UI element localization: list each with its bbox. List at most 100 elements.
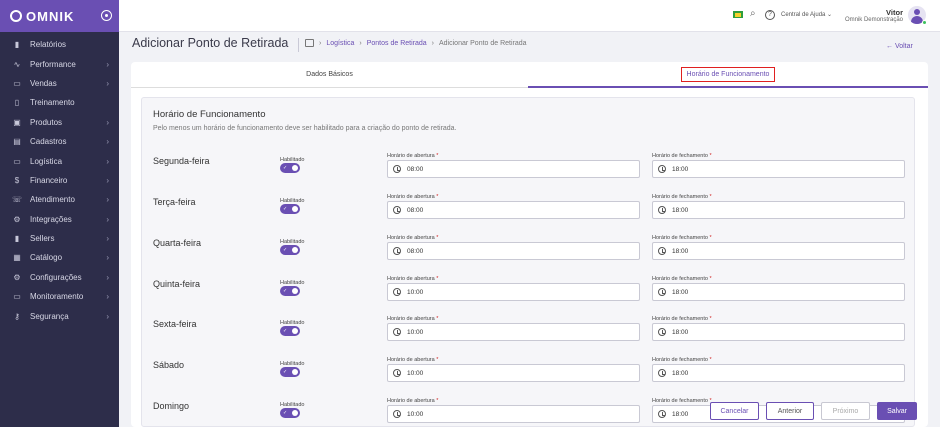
required-mark: * bbox=[709, 194, 712, 200]
sidebar-item-treinamento[interactable]: ▯ Treinamento bbox=[0, 93, 119, 112]
day-row: Quinta-feira Habilitado ✓ Horário de abertu… bbox=[142, 262, 916, 302]
close-label-text: Horário de fechamento bbox=[652, 276, 708, 282]
sidebar-item-atendimento[interactable]: ☏ Atendimento › bbox=[0, 190, 119, 209]
logo-ring-icon bbox=[10, 10, 22, 22]
cancel-button[interactable]: Cancelar bbox=[710, 402, 759, 420]
open-time-input[interactable]: 08:00 bbox=[387, 160, 640, 178]
open-time-label: Horário de abertura * bbox=[387, 357, 438, 363]
sidebar-item-label: Financeiro bbox=[30, 175, 68, 185]
clock-icon bbox=[393, 410, 401, 418]
clock-icon bbox=[658, 247, 666, 255]
breadcrumb-logistica[interactable]: Logística bbox=[326, 40, 354, 47]
tab-horario-funcionamento[interactable]: Horário de Funcionamento bbox=[528, 62, 928, 88]
sidebar-item-label: Treinamento bbox=[30, 98, 75, 108]
sidebar-item-produtos[interactable]: ▣ Produtos › bbox=[0, 113, 119, 132]
enabled-toggle[interactable]: ✓ bbox=[280, 367, 300, 377]
required-mark: * bbox=[436, 316, 439, 322]
help-center-label: Central de Ajuda bbox=[781, 12, 826, 18]
panel-description: Pelo menos um horário de funcionamento d… bbox=[153, 125, 457, 132]
enabled-toggle[interactable]: ✓ bbox=[280, 245, 300, 255]
sidebar-item-label: Vendas bbox=[30, 78, 57, 88]
required-mark: * bbox=[709, 316, 712, 322]
close-time-label: Horário de fechamento * bbox=[652, 194, 712, 200]
sidebar-item-vendas[interactable]: ▭ Vendas › bbox=[0, 74, 119, 93]
close-time-label: Horário de fechamento * bbox=[652, 316, 712, 322]
required-mark: * bbox=[709, 153, 712, 159]
enabled-toggle[interactable]: ✓ bbox=[280, 204, 300, 214]
phone-icon: ☏ bbox=[12, 195, 23, 205]
chevron-right-icon: › bbox=[106, 59, 109, 69]
breadcrumb-pontos[interactable]: Pontos de Retirada bbox=[367, 40, 427, 47]
open-label-text: Horário de abertura bbox=[387, 357, 435, 363]
required-mark: * bbox=[709, 276, 712, 282]
open-time-value: 10:00 bbox=[407, 369, 424, 377]
close-label-text: Horário de fechamento bbox=[652, 398, 708, 404]
back-link[interactable]: ← Voltar bbox=[886, 43, 913, 50]
sidebar-item-label: Integrações bbox=[30, 214, 72, 224]
chevron-right-icon: › bbox=[106, 214, 109, 224]
open-time-input[interactable]: 10:00 bbox=[387, 405, 640, 423]
chevron-right-icon: › bbox=[106, 253, 109, 263]
brazil-flag-icon[interactable] bbox=[733, 11, 743, 18]
sidebar-item-sellers[interactable]: ▮ Sellers › bbox=[0, 229, 119, 248]
close-time-input[interactable]: 18:00 bbox=[652, 364, 905, 382]
open-label-text: Horário de abertura bbox=[387, 276, 435, 282]
help-center-dropdown[interactable]: Central de Ajuda ⌄ bbox=[781, 11, 832, 18]
open-time-label: Horário de abertura * bbox=[387, 153, 438, 159]
help-icon[interactable]: ? bbox=[765, 10, 775, 20]
chevron-right-icon: › bbox=[106, 234, 109, 244]
open-time-input[interactable]: 10:00 bbox=[387, 283, 640, 301]
clock-icon bbox=[658, 206, 666, 214]
chevron-right-icon: › bbox=[106, 156, 109, 166]
day-row: Terça-feira Habilitado ✓ Horário de abertur… bbox=[142, 180, 916, 220]
close-time-input[interactable]: 18:00 bbox=[652, 201, 905, 219]
sidebar-item-seguranca[interactable]: ⚷ Segurança › bbox=[0, 306, 119, 325]
close-time-input[interactable]: 18:00 bbox=[652, 283, 905, 301]
sidebar-item-label: Catálogo bbox=[30, 253, 63, 263]
previous-button[interactable]: Anterior bbox=[766, 402, 814, 420]
enabled-toggle[interactable]: ✓ bbox=[280, 326, 300, 336]
brand-logo[interactable]: omnik bbox=[10, 9, 74, 24]
sidebar-toggle-icon[interactable] bbox=[101, 10, 112, 21]
day-row: Segunda-feira Habilitado ✓ Horário de abert… bbox=[142, 139, 916, 179]
day-row: Quarta-feira Habilitado ✓ Horário de abertu… bbox=[142, 221, 916, 261]
content-card: Dados Básicos Horário de Funcionamento H… bbox=[131, 62, 928, 427]
book-icon: ▯ bbox=[14, 98, 20, 108]
sidebar-item-financeiro[interactable]: $ Financeiro › bbox=[0, 171, 119, 190]
bar-chart-icon: ▮ bbox=[14, 40, 20, 50]
sidebar-item-cadastros[interactable]: ▤ Cadastros › bbox=[0, 132, 119, 151]
sidebar-item-label: Logística bbox=[30, 156, 63, 166]
save-button[interactable]: Salvar bbox=[877, 402, 917, 420]
topbar: ⌕ ? Central de Ajuda ⌄ Vitor Omnik Demon… bbox=[119, 0, 940, 32]
open-time-input[interactable]: 10:00 bbox=[387, 323, 640, 341]
close-time-value: 18:00 bbox=[672, 288, 689, 296]
open-time-input[interactable]: 10:00 bbox=[387, 364, 640, 382]
close-time-input[interactable]: 18:00 bbox=[652, 160, 905, 178]
sidebar-item-monitoramento[interactable]: ▭ Monitoramento › bbox=[0, 287, 119, 306]
enabled-toggle[interactable]: ✓ bbox=[280, 286, 300, 296]
sidebar-item-catalogo[interactable]: ▦ Catálogo › bbox=[0, 248, 119, 267]
next-button[interactable]: Próximo bbox=[821, 402, 870, 420]
home-icon[interactable] bbox=[305, 39, 314, 47]
close-label-text: Horário de fechamento bbox=[652, 316, 708, 322]
sidebar-item-label: Configurações bbox=[30, 272, 82, 282]
sidebar-item-configuracoes[interactable]: ⚙ Configurações › bbox=[0, 268, 119, 287]
open-time-input[interactable]: 08:00 bbox=[387, 242, 640, 260]
sidebar-item-label: Sellers bbox=[30, 234, 55, 244]
close-time-input[interactable]: 18:00 bbox=[652, 242, 905, 260]
tab-bar: Dados Básicos Horário de Funcionamento bbox=[131, 62, 928, 88]
sidebar-item-performance[interactable]: ∿ Performance › bbox=[0, 54, 119, 73]
tab-dados-basicos[interactable]: Dados Básicos bbox=[131, 62, 528, 88]
sidebar-item-logistica[interactable]: ▭ Logística › bbox=[0, 151, 119, 170]
chevron-right-icon: › bbox=[106, 272, 109, 282]
sidebar-item-integracoes[interactable]: ⚙ Integrações › bbox=[0, 210, 119, 229]
search-icon[interactable]: ⌕ bbox=[750, 8, 756, 19]
breadcrumb: › Logística › Pontos de Retirada › Adici… bbox=[305, 39, 527, 47]
close-time-value: 18:00 bbox=[672, 410, 689, 418]
enabled-toggle[interactable]: ✓ bbox=[280, 163, 300, 173]
close-time-value: 18:00 bbox=[672, 247, 689, 255]
enabled-toggle[interactable]: ✓ bbox=[280, 408, 300, 418]
close-time-input[interactable]: 18:00 bbox=[652, 323, 905, 341]
sidebar-item-relatorios[interactable]: ▮ Relatórios bbox=[0, 35, 119, 54]
open-time-input[interactable]: 08:00 bbox=[387, 201, 640, 219]
